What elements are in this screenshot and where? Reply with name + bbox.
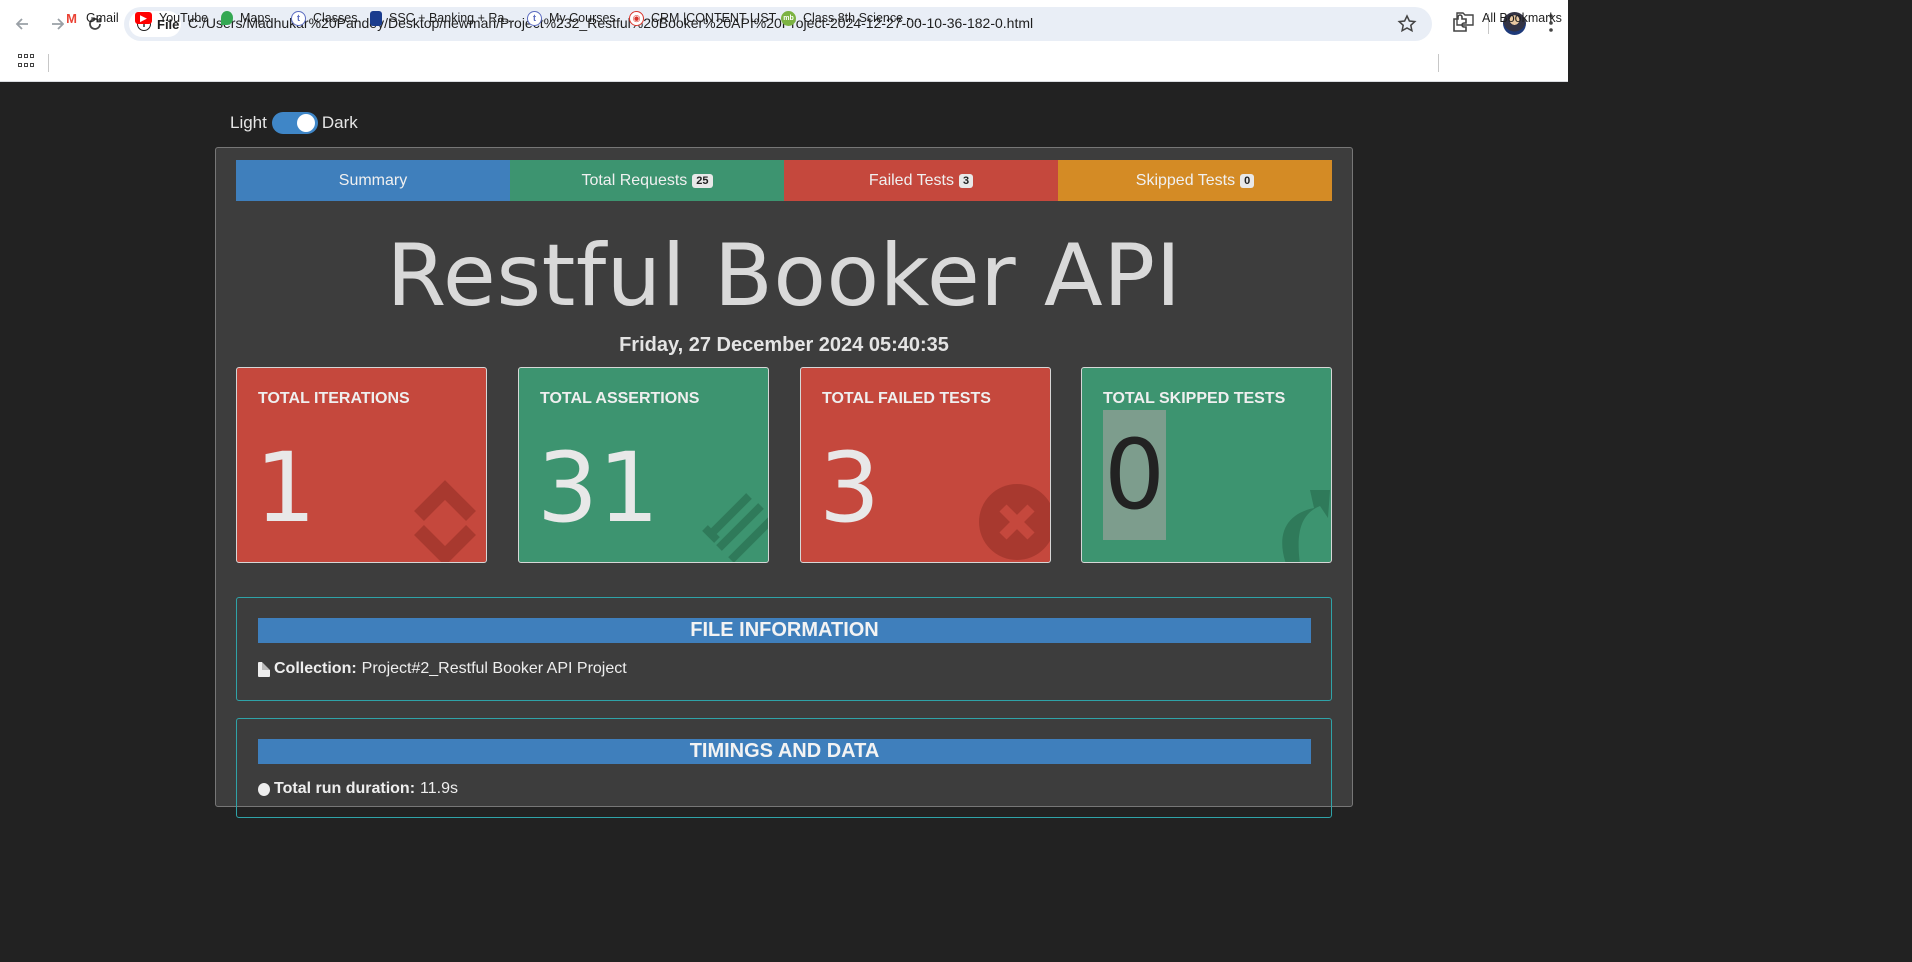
tab-label: Summary	[338, 171, 408, 189]
tab-total-requests[interactable]: Total Requests 25	[510, 160, 784, 201]
bookmark-label: CRM |CONTENT LIST	[651, 11, 777, 25]
report-date: Friday, 27 December 2024 05:40:35	[619, 334, 949, 356]
bookmark-class8[interactable]: mb Class 8th Science -...	[781, 8, 921, 28]
arrow-left-icon	[15, 18, 28, 30]
stat-label: TOTAL ASSERTIONS	[540, 390, 700, 407]
bookmark-crm[interactable]: ◉ CRM |CONTENT LIST	[629, 8, 776, 28]
bookmark-label: SSC + Banking + Ra...	[389, 11, 515, 25]
file-code-icon	[258, 661, 270, 677]
stat-total-assertions: TOTAL ASSERTIONS 31	[518, 367, 769, 563]
stopwatch-icon	[258, 782, 270, 796]
collection-line: Collection: Project#2_Restful Booker API…	[258, 660, 627, 678]
bookmark-youtube[interactable]: ▶ YouTube	[135, 8, 208, 28]
duration-value: 11.9s	[420, 780, 458, 797]
tab-summary[interactable]: Summary	[236, 160, 510, 201]
count-badge: 25	[692, 173, 713, 188]
report-tabs: Summary Total Requests 25 Failed Tests 3…	[236, 160, 1332, 201]
tab-label: Failed Tests	[868, 171, 954, 189]
bookmark-gmail[interactable]: M Gmail	[64, 8, 119, 28]
bookmark-star-icon[interactable]	[1396, 13, 1418, 35]
light-label: Light	[230, 113, 267, 132]
tab-failed-tests[interactable]: Failed Tests 3	[784, 160, 1058, 201]
bookmark-label: Maps	[240, 11, 271, 25]
stat-value: 3	[819, 432, 881, 544]
bookmark-label: YouTube	[159, 11, 209, 25]
switch-knob	[296, 114, 315, 132]
maps-icon	[221, 11, 233, 25]
timings-panel: TIMINGS AND DATA Total run duration: 11.…	[236, 718, 1332, 818]
bookmark-label: Classes	[313, 11, 358, 25]
all-bookmarks-button[interactable]: All Bookmarks	[1456, 8, 1562, 28]
back-button[interactable]	[9, 11, 35, 37]
stat-value: 31	[537, 432, 660, 544]
stat-total-iterations: TOTAL ITERATIONS 1	[236, 367, 487, 563]
theme-toggle: Light Dark	[230, 112, 358, 134]
times-circle-icon	[979, 484, 1050, 560]
bookmark-ssc[interactable]: SSC + Banking + Ra...	[370, 8, 515, 28]
panel-heading: FILE INFORMATION	[258, 618, 1311, 643]
stat-total-skipped-tests: TOTAL SKIPPED TESTS 0	[1081, 367, 1332, 563]
gmail-icon: M	[64, 10, 79, 26]
collection-value: Project#2_Restful Booker API Project	[361, 660, 627, 677]
stat-label: TOTAL SKIPPED TESTS	[1103, 390, 1286, 407]
stat-label: TOTAL ITERATIONS	[258, 390, 410, 407]
report-title: Restful Booker API	[386, 226, 1182, 326]
theme-switch[interactable]	[271, 112, 318, 134]
mb-icon: mb	[781, 10, 796, 26]
tab-skipped-tests[interactable]: Skipped Tests 0	[1058, 160, 1332, 201]
bookmark-label: My Courses	[549, 11, 616, 25]
all-bookmarks-label: All Bookmarks	[1482, 11, 1562, 25]
bookmark-label: Class 8th Science -...	[803, 11, 922, 25]
stat-total-failed-tests: TOTAL FAILED TESTS 3	[800, 367, 1051, 563]
stat-value: 0	[1103, 410, 1167, 540]
file-information-panel: FILE INFORMATION Collection: Project#2_R…	[236, 597, 1332, 701]
classes-icon: t	[291, 10, 306, 26]
dark-label: Dark	[321, 113, 358, 132]
share-arrow-icon	[1282, 490, 1330, 562]
ssc-icon	[370, 10, 382, 26]
bookmark-label: Gmail	[86, 11, 119, 25]
youtube-icon: ▶	[135, 12, 152, 24]
bookmarks-bar	[0, 47, 1568, 82]
bookmark-classes[interactable]: t Classes	[291, 8, 357, 28]
courses-icon: t	[527, 10, 542, 26]
stat-value: 1	[255, 432, 317, 544]
count-badge: 3	[958, 173, 974, 188]
collection-label: Collection:	[274, 660, 357, 677]
bookmark-my-courses[interactable]: t My Courses	[527, 8, 616, 28]
tasks-icon	[702, 493, 768, 562]
count-badge: 0	[1240, 173, 1255, 188]
apps-grid-icon[interactable]	[18, 54, 34, 70]
bookmark-maps[interactable]: Maps	[221, 8, 271, 28]
bookmarks-divider	[1438, 54, 1439, 72]
stat-label: TOTAL FAILED TESTS	[822, 390, 991, 407]
panel-heading: TIMINGS AND DATA	[258, 739, 1311, 764]
folder-icon	[1456, 11, 1474, 26]
tab-label: Skipped Tests	[1135, 171, 1236, 189]
stat-value-text: 0	[1103, 410, 1167, 540]
crm-icon: ◉	[629, 10, 644, 26]
duration-label: Total run duration:	[274, 780, 416, 797]
refresh-icon	[414, 480, 476, 562]
bookmarks-divider	[48, 54, 49, 72]
duration-line: Total run duration: 11.9s	[258, 780, 458, 798]
tab-label: Total Requests	[581, 171, 688, 189]
